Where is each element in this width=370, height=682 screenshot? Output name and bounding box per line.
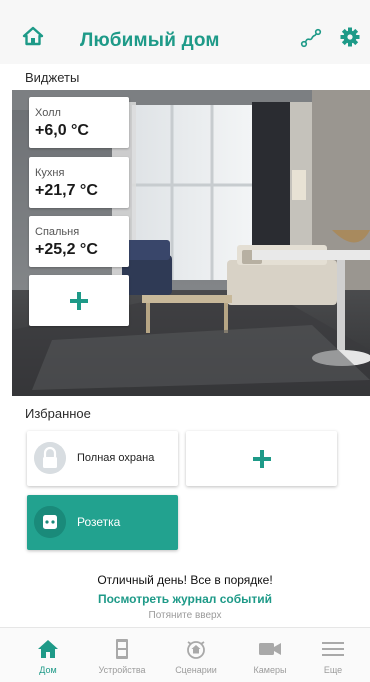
widget-temperature: +21,7 °C xyxy=(35,182,98,199)
bottom-navigation: Дом Устройства Сценарии Камеры Еще xyxy=(0,627,370,682)
plus-icon xyxy=(252,449,271,468)
nav-label: Устройства xyxy=(98,665,146,675)
pull-up-hint: Потяните вверх xyxy=(148,610,222,621)
status-message: Отличный день! Все в порядке! xyxy=(97,573,273,587)
app-bar: Любимый дом xyxy=(0,0,370,64)
widgets-section-label: Виджеты xyxy=(25,70,80,85)
camera-icon xyxy=(259,643,281,655)
gear-icon[interactable] xyxy=(340,27,360,47)
devices-icon xyxy=(116,639,128,659)
widget-temperature: +25,2 °C xyxy=(35,241,98,258)
home-icon[interactable] xyxy=(22,26,44,46)
widget-card-kitchen[interactable]: Кухня +21,7 °C xyxy=(29,157,129,208)
favorites-section-label: Избранное xyxy=(25,406,91,421)
nav-item-home[interactable]: Дом xyxy=(11,628,85,682)
widget-room-name: Холл xyxy=(35,107,61,119)
socket-icon xyxy=(34,506,66,538)
home-icon xyxy=(38,640,58,658)
widget-card-hall[interactable]: Холл +6,0 °C xyxy=(29,97,129,148)
nav-item-devices[interactable]: Устройства xyxy=(85,628,159,682)
widget-temperature: +6,0 °C xyxy=(35,122,89,139)
page-title: Любимый дом xyxy=(80,30,220,51)
nav-item-scenarios[interactable]: Сценарии xyxy=(159,628,233,682)
event-log-link[interactable]: Посмотреть журнал событий xyxy=(0,592,370,606)
widget-card-bedroom[interactable]: Спальня +25,2 °C xyxy=(29,216,129,267)
favorite-socket[interactable]: Розетка xyxy=(27,495,178,550)
scenarios-icon xyxy=(187,641,205,659)
lock-icon xyxy=(34,442,66,474)
favorite-label: Розетка xyxy=(77,515,121,529)
menu-icon xyxy=(322,642,344,656)
route-icon[interactable] xyxy=(300,28,322,48)
favorite-label: Полная охрана xyxy=(77,452,155,464)
widget-room-name: Кухня xyxy=(35,167,65,179)
add-favorite-button[interactable] xyxy=(186,431,337,486)
widget-room-name: Спальня xyxy=(35,226,80,238)
nav-label: Дом xyxy=(39,665,57,675)
nav-label: Еще xyxy=(323,665,343,675)
favorite-full-security[interactable]: Полная охрана xyxy=(27,431,178,486)
add-widget-button[interactable] xyxy=(29,275,129,326)
nav-label: Сценарии xyxy=(175,665,217,675)
nav-item-more[interactable]: Еще xyxy=(296,628,370,682)
plus-icon xyxy=(70,291,88,310)
